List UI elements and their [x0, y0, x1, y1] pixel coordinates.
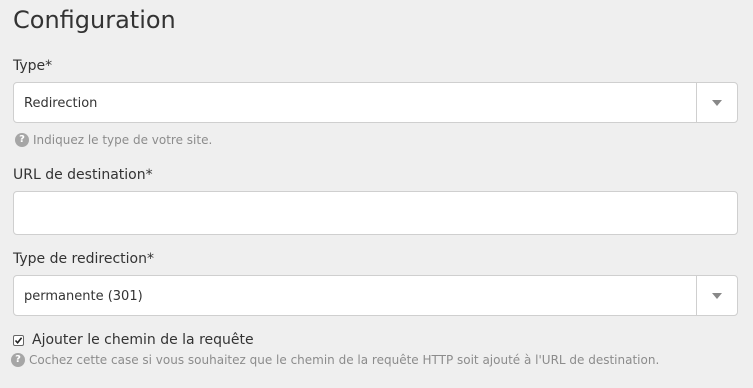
type-select-value: Redirection	[24, 96, 98, 111]
append-path-label[interactable]: Ajouter le chemin de la requête	[32, 332, 254, 348]
append-path-help-text: Cochez cette case si vous souhaitez que …	[29, 353, 660, 367]
redirect-type-select-value: permanente (301)	[24, 289, 143, 304]
append-path-checkbox[interactable]	[13, 334, 24, 346]
url-label: URL de destination*	[13, 167, 153, 183]
question-circle-icon: ?	[11, 353, 25, 367]
page-title: Configuration	[13, 6, 176, 34]
type-label: Type*	[13, 58, 53, 74]
append-path-row[interactable]: Ajouter le chemin de la requête	[13, 332, 254, 348]
redirect-type-label: Type de redirection*	[13, 251, 154, 267]
question-circle-icon: ?	[15, 133, 29, 147]
caret-down-icon	[712, 292, 722, 299]
redirect-type-select[interactable]: permanente (301)	[13, 275, 738, 316]
redirect-type-dropdown-toggle[interactable]	[696, 276, 737, 315]
url-input[interactable]	[13, 191, 738, 235]
type-help: ? Indiquez le type de votre site.	[15, 132, 212, 148]
type-dropdown-toggle[interactable]	[696, 83, 737, 122]
type-select[interactable]: Redirection	[13, 82, 738, 123]
append-path-help: ? Cochez cette case si vous souhaitez qu…	[11, 352, 659, 368]
caret-down-icon	[712, 99, 722, 106]
type-help-text: Indiquez le type de votre site.	[33, 133, 213, 147]
check-icon	[14, 336, 23, 344]
